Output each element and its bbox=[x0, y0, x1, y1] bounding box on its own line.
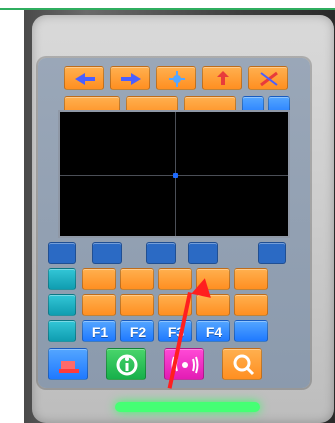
sewing-machine-button[interactable] bbox=[48, 348, 88, 380]
left-arrow-icon bbox=[75, 73, 95, 85]
blue-star-icon bbox=[169, 71, 185, 87]
stitch-option-1[interactable] bbox=[82, 268, 116, 290]
screen-display bbox=[58, 110, 290, 238]
right-arrow-icon bbox=[121, 73, 141, 85]
f3-label: F3 bbox=[167, 324, 185, 340]
f1-button[interactable]: F1 bbox=[82, 320, 116, 342]
menu-button[interactable] bbox=[48, 242, 76, 264]
left-arrow-button[interactable] bbox=[64, 66, 104, 90]
vector-button[interactable] bbox=[146, 242, 176, 264]
f3-button[interactable]: F3 bbox=[158, 320, 192, 342]
f1-label: F1 bbox=[91, 324, 109, 340]
needle-up-icon bbox=[217, 71, 229, 85]
f2-button[interactable]: F2 bbox=[120, 320, 154, 342]
f4-label: F4 bbox=[205, 324, 223, 340]
search-button[interactable] bbox=[222, 348, 262, 380]
annotation-arrow-head bbox=[191, 276, 215, 298]
edit-option-2[interactable] bbox=[120, 294, 154, 316]
stitch-option-5[interactable] bbox=[234, 268, 268, 290]
sewing-machine-icon bbox=[59, 361, 79, 373]
page-top-band bbox=[0, 0, 335, 8]
stitch-option-3[interactable] bbox=[158, 268, 192, 290]
grid-button[interactable] bbox=[92, 242, 122, 264]
f2-label: F2 bbox=[129, 324, 147, 340]
edit-option-4[interactable] bbox=[196, 294, 230, 316]
pattern-button[interactable] bbox=[188, 242, 218, 264]
thread-cut-icon bbox=[260, 71, 278, 87]
f4-button[interactable]: F4 bbox=[196, 320, 230, 342]
edit-option-5[interactable] bbox=[234, 294, 268, 316]
thread-cut-button[interactable] bbox=[248, 66, 288, 90]
needle-up-button[interactable] bbox=[202, 66, 242, 90]
tools-button[interactable] bbox=[48, 294, 76, 316]
camera-button[interactable] bbox=[258, 242, 286, 264]
search-icon bbox=[233, 354, 255, 376]
edit-option-1[interactable] bbox=[82, 294, 116, 316]
info-button[interactable] bbox=[106, 348, 146, 380]
right-arrow-button[interactable] bbox=[110, 66, 150, 90]
sidebar-doc-button[interactable] bbox=[48, 320, 76, 342]
blue-star-button[interactable] bbox=[156, 66, 196, 90]
screen-center-dot bbox=[173, 173, 178, 178]
f5-button[interactable] bbox=[234, 320, 268, 342]
status-light bbox=[115, 402, 260, 412]
stitch-option-2[interactable] bbox=[120, 268, 154, 290]
info-icon bbox=[116, 354, 138, 376]
run-button[interactable] bbox=[48, 268, 76, 290]
